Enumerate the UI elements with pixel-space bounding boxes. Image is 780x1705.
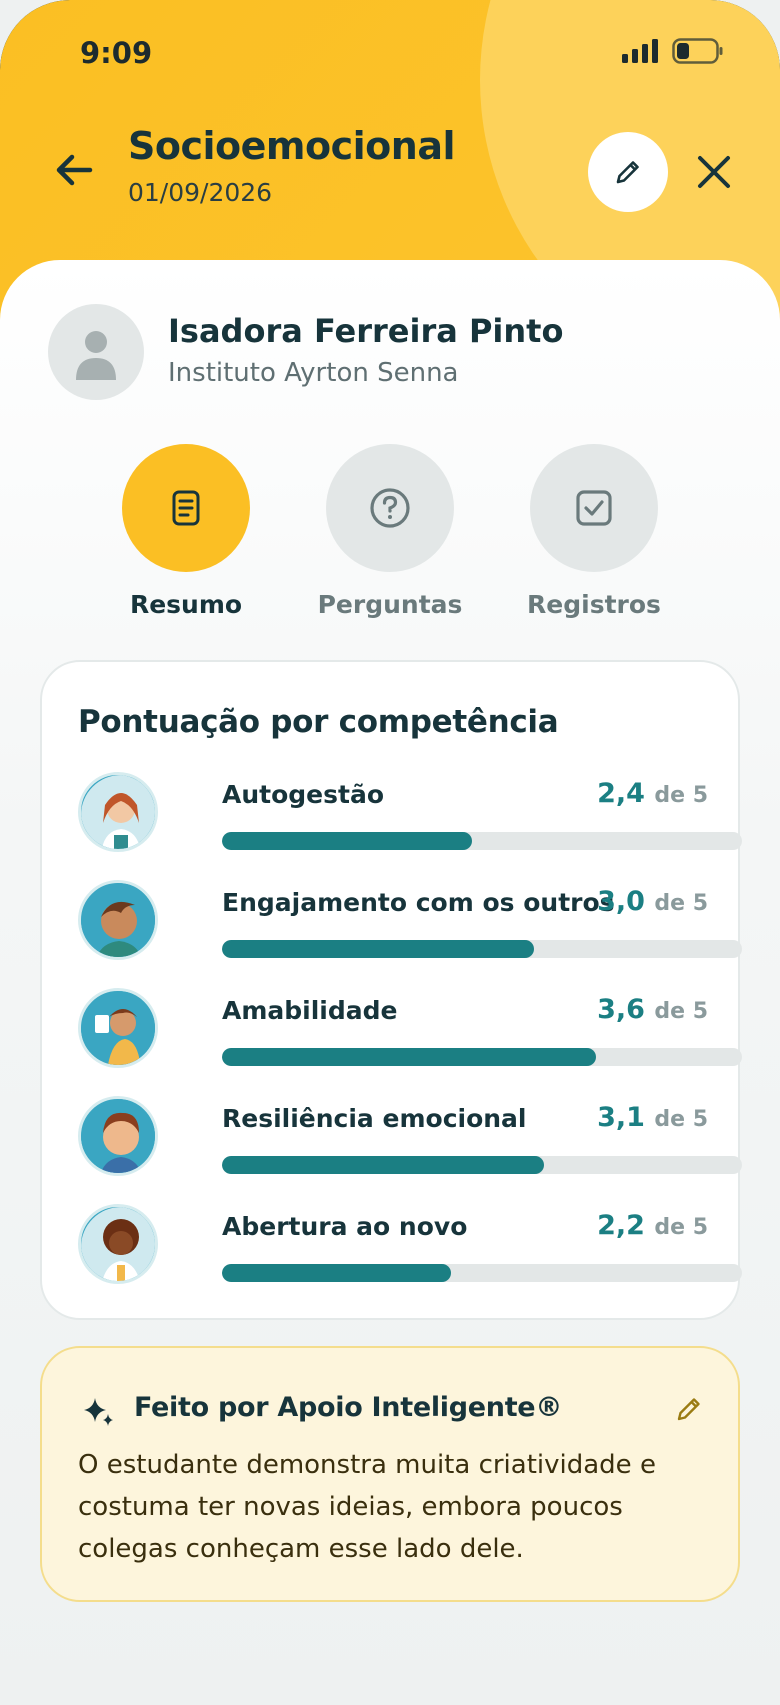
character-avatar: [78, 880, 158, 960]
checkbox-icon: [576, 490, 612, 526]
tab-label: Registros: [527, 590, 661, 619]
competency-row: Engajamento com os outros 3,0 de 5: [78, 880, 742, 962]
battery-icon: [672, 38, 723, 64]
competency-name: Engajamento com os outros: [222, 888, 615, 917]
competency-row: Abertura ao novo 2,2 de 5: [78, 1204, 742, 1286]
competency-name: Amabilidade: [222, 996, 398, 1025]
progress-track: [222, 1048, 742, 1066]
competency-score: 3,6 de 5: [597, 994, 708, 1025]
character-avatar: [78, 772, 158, 852]
school-name: Instituto Ayrton Senna: [168, 358, 459, 388]
question-icon: [370, 488, 410, 528]
avatar: [48, 304, 144, 400]
back-arrow-icon[interactable]: [52, 148, 96, 192]
competency-name: Abertura ao novo: [222, 1212, 468, 1241]
competency-name: Autogestão: [222, 780, 384, 809]
ai-summary-card: Feito por Apoio Inteligente® O estudante…: [40, 1346, 740, 1602]
progress-fill: [222, 940, 534, 958]
competency-score: 2,4 de 5: [597, 778, 708, 809]
competency-score: 3,1 de 5: [597, 1102, 708, 1133]
card-title: Pontuação por competência: [78, 704, 559, 740]
character-avatar: [78, 1204, 158, 1284]
edit-button[interactable]: [588, 132, 668, 212]
signal-icon: [622, 39, 658, 63]
progress-fill: [222, 1156, 545, 1174]
progress-track: [222, 1264, 742, 1282]
status-icons: [622, 38, 724, 64]
status-time: 9:09: [80, 36, 153, 70]
competency-name: Resiliência emocional: [222, 1104, 527, 1133]
competency-score: 3,0 de 5: [597, 886, 708, 917]
student-name: Isadora Ferreira Pinto: [168, 312, 564, 350]
pencil-icon: [616, 161, 639, 184]
ai-title: Feito por Apoio Inteligente®: [134, 1392, 563, 1423]
ai-summary-text: O estudante demonstra muita criatividade…: [78, 1450, 656, 1564]
document-icon: [172, 490, 200, 526]
user-icon: [76, 331, 116, 380]
content-sheet: Isadora Ferreira Pinto Instituto Ayrton …: [0, 260, 780, 1705]
competency-row: Resiliência emocional 3,1 de 5: [78, 1096, 742, 1178]
progress-fill: [222, 1048, 597, 1066]
character-avatar: [78, 1096, 158, 1176]
tab-label: Perguntas: [317, 590, 463, 619]
tab-label: Resumo: [129, 590, 243, 619]
progress-track: [222, 940, 742, 958]
sparkle-icon: [84, 1398, 113, 1426]
competency-scores-card: Pontuação por competência Autogestão 2,4…: [40, 660, 742, 1320]
progress-fill: [222, 1264, 451, 1282]
character-avatar: [78, 988, 158, 1068]
progress-track: [222, 832, 742, 850]
page-date: 01/09/2026: [128, 178, 273, 207]
competency-row: Autogestão 2,4 de 5: [78, 772, 742, 854]
progress-track: [222, 1156, 742, 1174]
close-icon[interactable]: [692, 150, 736, 194]
page-title: Socioemocional: [128, 124, 455, 168]
app-screen: 9:09 Socioemocional 01/09/2026 Isadora F…: [0, 0, 780, 1705]
competency-score: 2,2 de 5: [597, 1210, 708, 1241]
tab-resumo[interactable]: Resumo: [106, 444, 266, 619]
pencil-icon[interactable]: [674, 1394, 704, 1424]
tab-perguntas[interactable]: Perguntas: [310, 444, 470, 619]
tab-registros[interactable]: Registros: [514, 444, 674, 619]
competency-row: Amabilidade 3,6 de 5: [78, 988, 742, 1070]
progress-fill: [222, 832, 472, 850]
